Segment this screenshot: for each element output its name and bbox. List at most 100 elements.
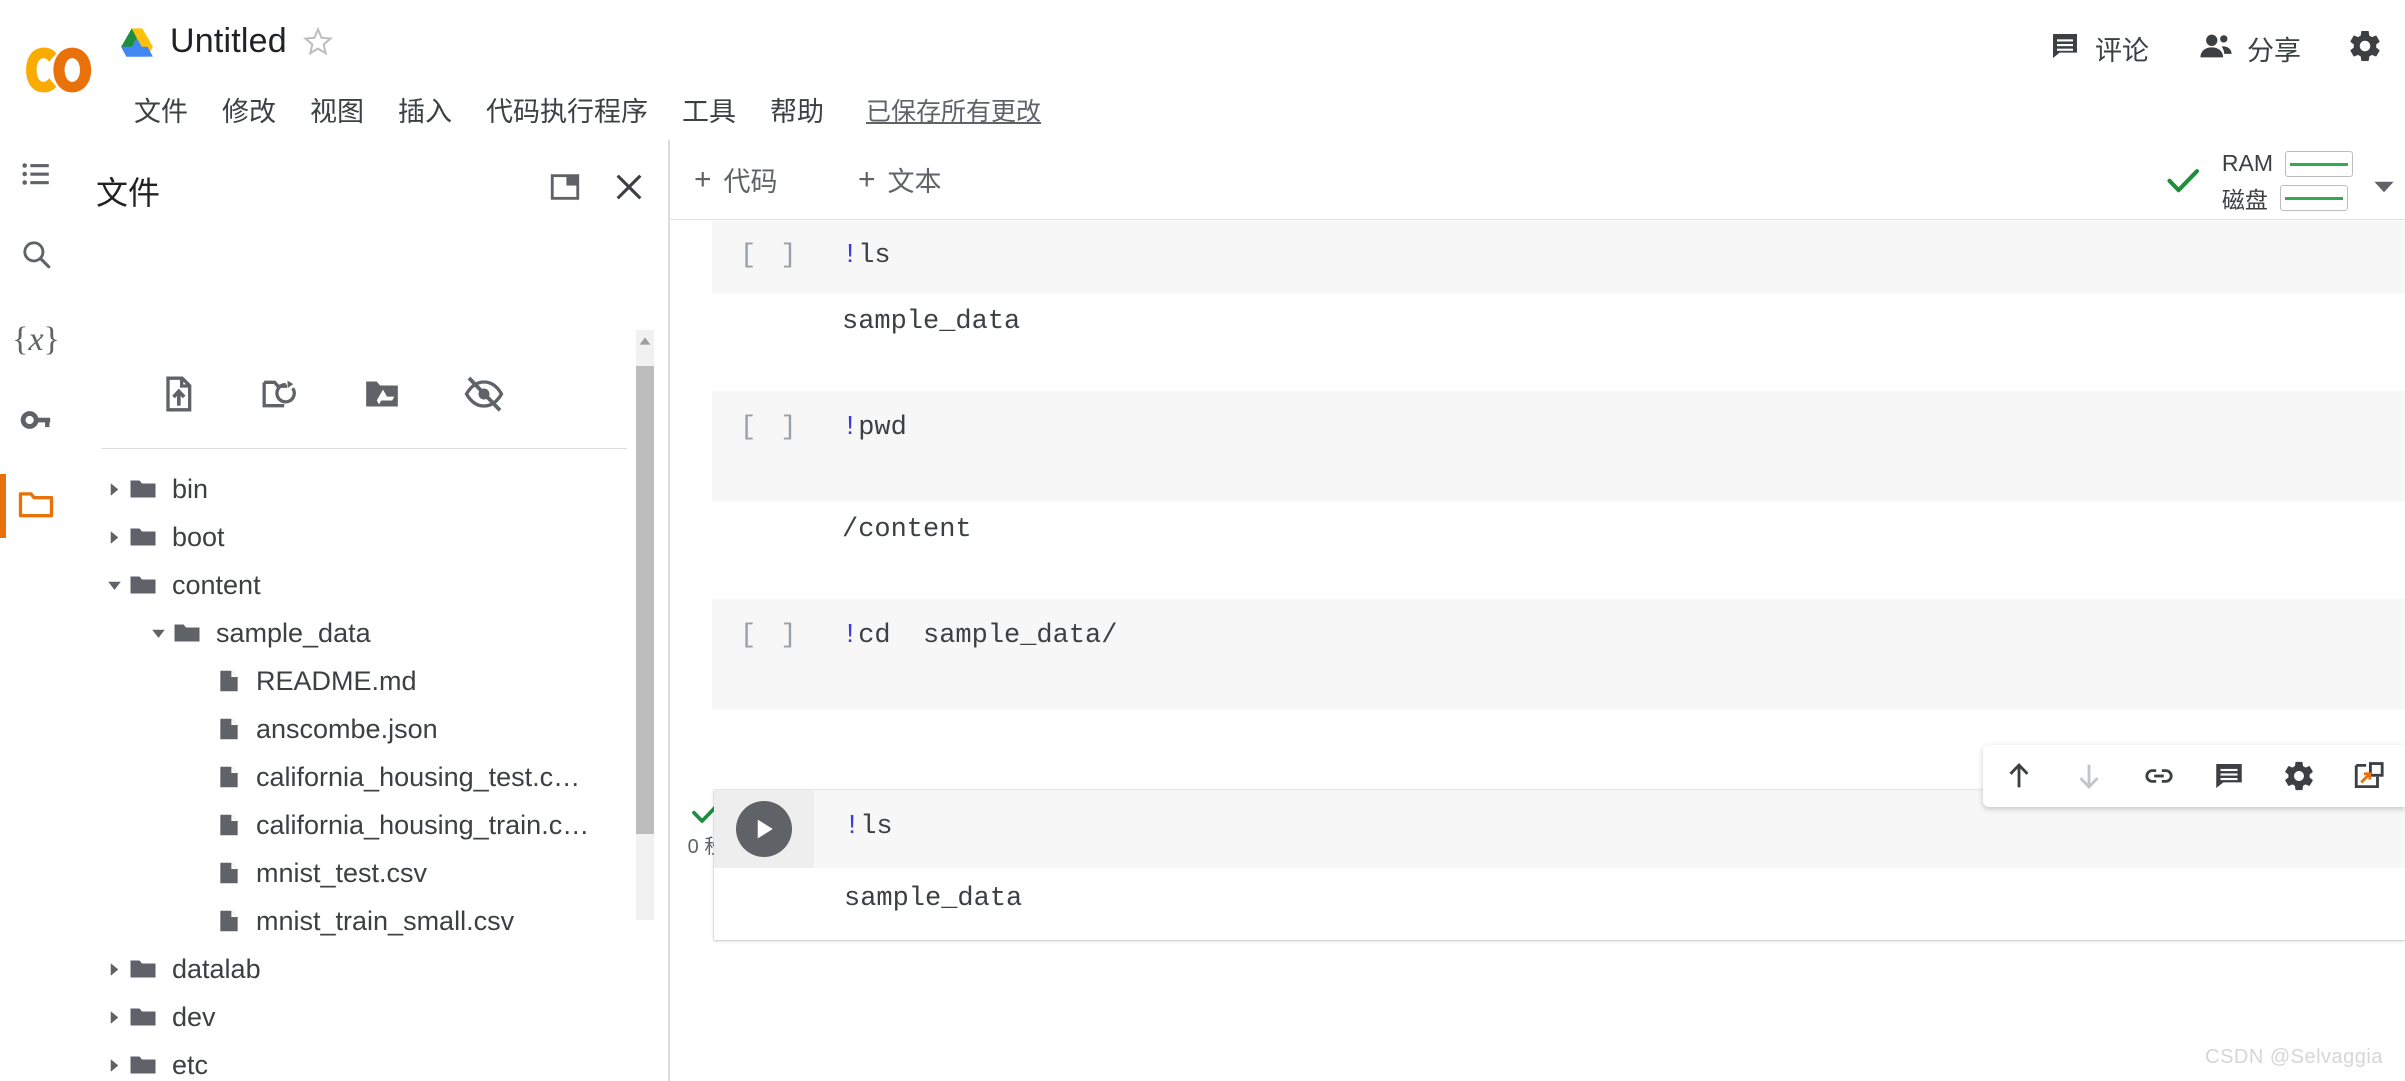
file-tree[interactable]: bin boot content sample_data README.md anscom… — [72, 465, 669, 1081]
cell-list: [ ] !ls sample_data [ ] !pwd /content [… — [670, 221, 2405, 1081]
star-outline-icon[interactable] — [302, 26, 333, 57]
sidebar-item-search[interactable] — [0, 220, 72, 292]
folder-icon — [128, 570, 158, 600]
file-tree-folder-row[interactable]: bin — [72, 465, 669, 513]
chevron-down-icon[interactable] — [100, 571, 128, 599]
file-tree-file-row[interactable]: README.md — [72, 657, 669, 705]
folder-icon — [128, 1002, 158, 1032]
file-tree-label: etc — [172, 1049, 209, 1080]
cell-prompt: [ ] — [740, 413, 801, 443]
menu-file[interactable]: 文件 — [128, 88, 194, 131]
comment-icon — [2049, 30, 2081, 67]
file-tree-file-row[interactable]: anscombe.json — [72, 705, 669, 753]
folder-icon — [128, 474, 158, 504]
comment-button[interactable]: 评论 — [2039, 23, 2159, 74]
google-drive-icon — [120, 27, 154, 57]
file-tree-file-row[interactable]: california_housing_train.c… — [72, 801, 669, 849]
toggle-hidden-files-icon[interactable] — [462, 372, 506, 416]
file-tree-folder-row[interactable]: content — [72, 561, 669, 609]
refresh-folder-icon[interactable] — [258, 372, 302, 416]
menu-bar: 文件 修改 视图 插入 代码执行程序 工具 帮助 已保存所有更改 — [128, 88, 1041, 131]
code-cell[interactable]: [ ] !cd sample_data/ — [712, 599, 2405, 709]
file-tree-folder-row[interactable]: dev — [72, 993, 669, 1041]
file-tree-file-row[interactable]: mnist_train_small.csv — [72, 897, 669, 945]
menu-insert[interactable]: 插入 — [392, 88, 458, 131]
page-title[interactable]: Untitled — [170, 22, 287, 61]
chevron-down-icon[interactable] — [144, 619, 172, 647]
file-tree-label: content — [172, 569, 261, 600]
move-cell-up-icon[interactable] — [1997, 754, 2041, 798]
add-comment-icon[interactable] — [2207, 754, 2251, 798]
menu-runtime[interactable]: 代码执行程序 — [480, 88, 654, 131]
active-indicator — [0, 474, 6, 538]
cell-output-area: sample_data — [714, 868, 2405, 940]
add-code-cell-button[interactable]: + 代码 — [694, 160, 778, 199]
sidebar-item-secrets[interactable] — [0, 386, 72, 458]
settings-button[interactable] — [2341, 22, 2389, 75]
files-panel-divider — [102, 448, 627, 449]
menu-tools[interactable]: 工具 — [676, 88, 742, 131]
close-icon[interactable] — [606, 164, 652, 210]
file-tree-folder-row[interactable]: etc — [72, 1041, 669, 1081]
add-text-cell-button[interactable]: + 文本 — [858, 160, 942, 199]
cell-code-area[interactable]: [ ] !pwd — [712, 391, 2405, 501]
file-tree-file-row[interactable]: mnist_test.csv — [72, 849, 669, 897]
play-icon[interactable] — [736, 801, 792, 857]
cell-output-text: sample_data — [842, 307, 1021, 337]
menu-edit[interactable]: 修改 — [216, 88, 282, 131]
file-tree-scrollbar[interactable] — [636, 330, 654, 920]
file-tree-label: sample_data — [216, 617, 371, 648]
add-text-label: 文本 — [887, 167, 942, 197]
file-tree-folder-row[interactable]: sample_data — [72, 609, 669, 657]
cell-code-body: ls — [860, 812, 893, 842]
files-panel-title: 文件 — [96, 175, 161, 211]
bash-bang: ! — [842, 241, 859, 271]
file-icon — [216, 810, 242, 840]
sidebar-item-toc[interactable] — [0, 140, 72, 212]
file-tree-folder-row[interactable]: datalab — [72, 945, 669, 993]
open-in-new-window-icon[interactable] — [542, 164, 588, 210]
save-status[interactable]: 已保存所有更改 — [866, 92, 1041, 128]
chevron-right-icon[interactable] — [100, 523, 128, 551]
upload-file-icon[interactable] — [156, 372, 200, 416]
sidebar-item-variables[interactable]: {x} — [0, 304, 72, 376]
open-in-tab-icon[interactable] — [2347, 754, 2391, 798]
watermark: CSDN @Selvaggia — [2205, 1046, 2383, 1068]
share-button[interactable]: 分享 — [2189, 23, 2311, 74]
cell-settings-icon[interactable] — [2277, 754, 2321, 798]
chevron-right-icon[interactable] — [100, 475, 128, 503]
search-icon — [19, 237, 53, 276]
bash-bang: ! — [842, 413, 859, 443]
chevron-right-icon[interactable] — [100, 1051, 128, 1079]
mount-drive-icon[interactable] — [360, 372, 404, 416]
colab-logo[interactable] — [24, 35, 94, 105]
file-icon — [216, 762, 242, 792]
file-tree-file-row[interactable]: california_housing_test.c… — [72, 753, 669, 801]
menu-help[interactable]: 帮助 — [764, 88, 830, 131]
resource-usage-indicator[interactable]: RAM 磁盘 — [2164, 150, 2353, 215]
people-icon — [2199, 29, 2233, 68]
cell-output-text: /content — [842, 515, 972, 545]
selected-code-cell[interactable]: !ls sample_data — [714, 790, 2405, 940]
gear-icon — [2347, 31, 2383, 68]
sidebar-item-files[interactable] — [0, 470, 72, 542]
file-tree-label: mnist_train_small.csv — [256, 905, 515, 936]
menu-view[interactable]: 视图 — [304, 88, 370, 131]
scrollbar-thumb[interactable] — [636, 366, 654, 834]
secrets-key-icon — [19, 403, 53, 442]
chevron-right-icon[interactable] — [100, 955, 128, 983]
move-cell-down-icon[interactable] — [2067, 754, 2111, 798]
code-cell[interactable]: [ ] !ls sample_data — [712, 221, 2405, 361]
cell-code-area[interactable]: [ ] !ls — [712, 221, 2405, 293]
chevron-down-icon[interactable] — [2373, 180, 2395, 199]
cell-code-area[interactable]: [ ] !cd sample_data/ — [712, 599, 2405, 709]
code-cell[interactable]: [ ] !pwd /content — [712, 391, 2405, 567]
scroll-up-arrow-icon[interactable] — [636, 330, 654, 352]
link-to-cell-icon[interactable] — [2137, 754, 2181, 798]
file-tree-folder-row[interactable]: boot — [72, 513, 669, 561]
cell-output-area: /content — [712, 501, 2405, 567]
chevron-right-icon[interactable] — [100, 1003, 128, 1031]
